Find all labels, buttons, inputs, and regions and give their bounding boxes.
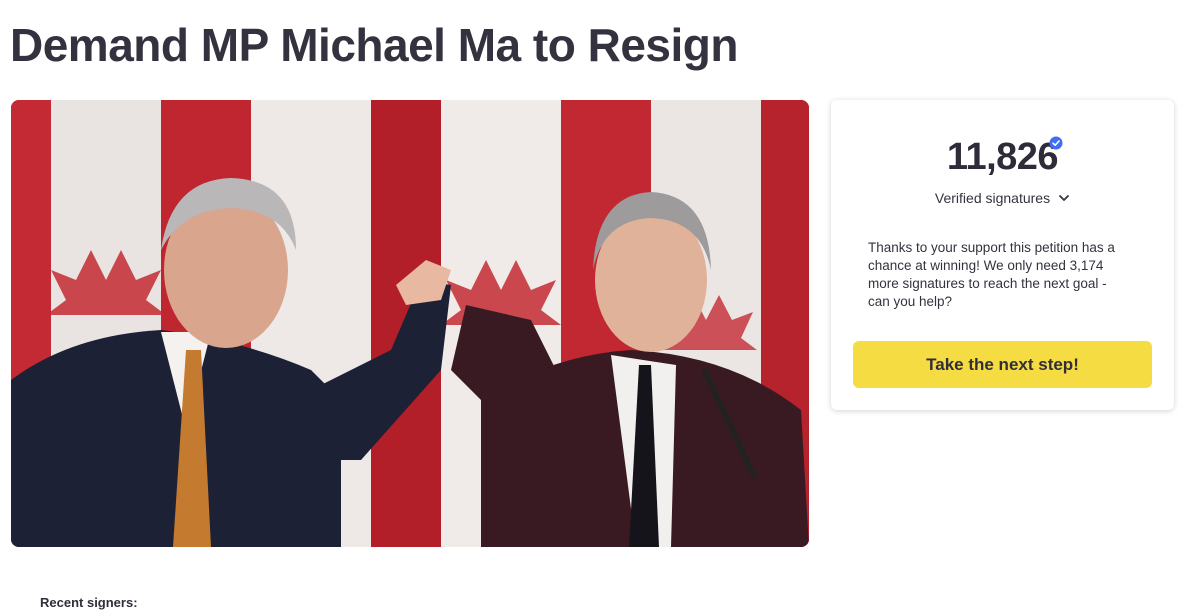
signature-count: 11,826 <box>946 136 1059 178</box>
chevron-down-icon <box>1059 195 1069 201</box>
signature-card: 11,826 Verified signatures Thanks to you… <box>831 100 1174 410</box>
verified-signatures-toggle[interactable]: Verified signatures <box>831 190 1174 206</box>
verified-badge-icon <box>1049 136 1063 150</box>
page-title: Demand MP Michael Ma to Resign <box>10 19 738 71</box>
verified-signatures-label: Verified signatures <box>934 190 1051 206</box>
recent-signers-heading: Recent signers: <box>40 595 138 610</box>
petition-photo <box>11 100 809 547</box>
take-next-step-button[interactable]: Take the next step! <box>853 341 1152 388</box>
support-message: Thanks to your support this petition has… <box>868 240 1115 309</box>
